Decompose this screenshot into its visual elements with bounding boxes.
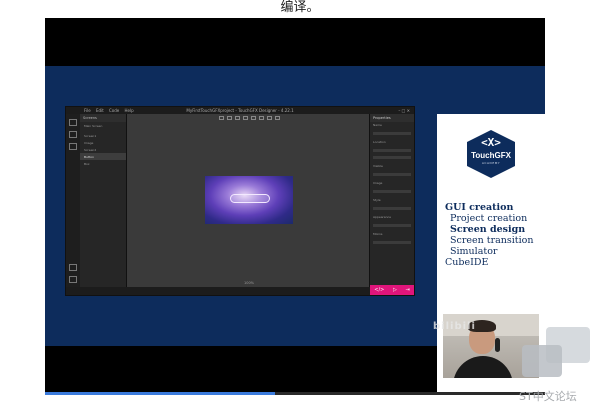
outline-heading: GUI creation xyxy=(445,202,514,213)
video-player[interactable]: MyFirstTouchGFXproject - TouchGFX Design… xyxy=(45,18,545,392)
prop-field[interactable] xyxy=(373,149,411,152)
logo-mark: <X> xyxy=(481,136,501,149)
images-icon[interactable] xyxy=(69,131,77,138)
tool-button[interactable] xyxy=(226,116,232,120)
prop-field[interactable] xyxy=(373,190,411,193)
tool-button[interactable] xyxy=(218,116,224,120)
logo-sub: ACADEMY xyxy=(481,161,501,165)
left-rail xyxy=(66,114,80,289)
touchgfx-designer-window: MyFirstTouchGFXproject - TouchGFX Design… xyxy=(65,106,415,296)
zoom-level[interactable]: 100% xyxy=(127,281,371,285)
screen-item[interactable]: Image xyxy=(80,139,126,146)
window-buttons[interactable]: – □ ✕ xyxy=(398,107,410,114)
screen-preview[interactable] xyxy=(205,176,293,224)
outline-item: Screen transition xyxy=(450,235,534,246)
run-target-icon[interactable]: ⇥ xyxy=(405,287,409,293)
run-toolbar: </> ▷ ⇥ xyxy=(370,285,414,295)
video-progress-fill xyxy=(45,392,275,395)
tool-button[interactable] xyxy=(242,116,248,120)
bilibili-watermark: bilibili xyxy=(433,321,476,332)
prop-label: Mixins xyxy=(373,232,383,236)
prop-label: Visible xyxy=(373,164,383,168)
menu-code[interactable]: Code xyxy=(109,108,119,113)
video-frame: MyFirstTouchGFXproject - TouchGFX Design… xyxy=(45,66,545,392)
config-icon[interactable] xyxy=(69,264,77,271)
prop-label: Appearance xyxy=(373,215,392,219)
screen-item-selected[interactable]: Button xyxy=(80,153,126,160)
texts-icon[interactable] xyxy=(69,143,77,150)
tool-button[interactable] xyxy=(234,116,240,120)
prop-field[interactable] xyxy=(373,156,411,159)
prop-label: Image xyxy=(373,181,383,185)
tool-button[interactable] xyxy=(274,116,280,120)
canvas-icon[interactable] xyxy=(69,119,77,126)
prop-label: Location xyxy=(373,140,386,144)
screen-item[interactable]: Screen1 xyxy=(80,132,126,139)
properties-panel: Properties Name Location Visible Image S… xyxy=(369,114,414,289)
properties-header: Properties xyxy=(370,114,414,122)
menu-edit[interactable]: Edit xyxy=(96,108,104,113)
page-caption: 编译。 xyxy=(280,0,320,15)
screens-header: Screens xyxy=(80,114,126,122)
touchgfx-academy-logo: <X> TouchGFX ACADEMY xyxy=(467,130,515,178)
outline-item: Project creation xyxy=(450,213,528,224)
prop-label: Name xyxy=(373,123,382,127)
forum-watermark: ST中文论坛 xyxy=(519,390,577,403)
screen-item[interactable]: Main Screen xyxy=(80,122,126,129)
screens-panel: Screens Main Screen Screen1 Image Screen… xyxy=(80,114,127,289)
menu-file[interactable]: File xyxy=(84,108,91,113)
screen-item[interactable]: Screen2 xyxy=(80,146,126,153)
tool-button[interactable] xyxy=(250,116,256,120)
canvas-area[interactable]: 100% xyxy=(127,114,371,289)
canvas-toolbar xyxy=(127,114,371,122)
prop-field[interactable] xyxy=(373,241,411,244)
headset-mic-icon xyxy=(495,338,500,352)
logo-name: TouchGFX xyxy=(471,151,511,160)
prop-field[interactable] xyxy=(373,132,411,135)
canvas-button-widget[interactable] xyxy=(230,194,270,203)
outline-item-active: Screen design xyxy=(450,224,526,235)
prop-field[interactable] xyxy=(373,207,411,210)
prop-label: Style xyxy=(373,198,381,202)
help-icon[interactable] xyxy=(69,276,77,283)
chat-bubble-logo-icon xyxy=(522,327,592,387)
generate-code-icon[interactable]: </> xyxy=(374,287,384,293)
tool-button[interactable] xyxy=(258,116,264,120)
menu-help[interactable]: Help xyxy=(125,108,134,113)
prop-field[interactable] xyxy=(373,173,411,176)
menu-bar: File Edit Code Help xyxy=(84,107,138,114)
outline-item: Simulator xyxy=(450,246,498,257)
prop-field[interactable] xyxy=(373,224,411,227)
course-outline: GUI creation Project creation Screen des… xyxy=(445,202,534,268)
outline-heading: CubeIDE xyxy=(445,257,489,268)
run-simulator-icon[interactable]: ▷ xyxy=(393,287,397,293)
video-progress-bar[interactable] xyxy=(45,392,545,395)
status-bar xyxy=(66,287,414,295)
screen-item[interactable]: Box xyxy=(80,160,126,167)
tool-button[interactable] xyxy=(266,116,272,120)
